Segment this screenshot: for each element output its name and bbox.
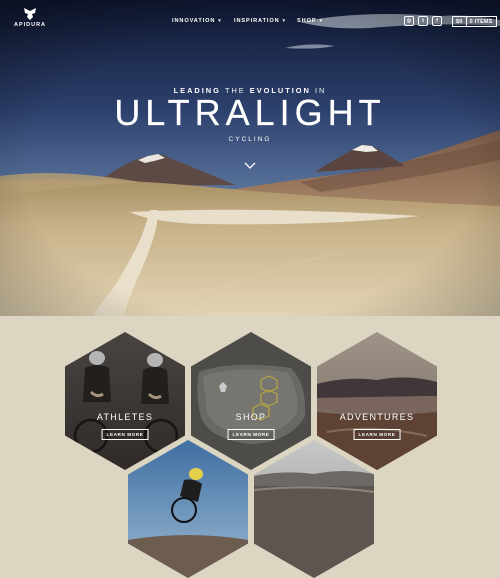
- tile-title: SHOP: [235, 412, 267, 422]
- menu-item-label: INSPIRATION: [234, 18, 280, 24]
- athletes-photo: [65, 332, 185, 470]
- learn-more-button[interactable]: LEARN MORE: [353, 429, 401, 440]
- caret-down-icon: ▾: [218, 18, 222, 24]
- hex-tile-shop[interactable]: SHOP LEARN MORE: [191, 332, 311, 470]
- hero-background-image: [0, 0, 500, 316]
- adventures-photo: [317, 332, 437, 470]
- shop-bag-photo: [191, 332, 311, 470]
- hero-headline: ULTRALIGHT: [114, 92, 386, 133]
- hero-banner: APIDURA INNOVATION ▾ INSPIRATION ▾ SHOP ▾ ◎…: [0, 0, 500, 316]
- tile-title: ADVENTURES: [339, 412, 415, 422]
- cart-items: 0 ITEMS: [469, 18, 493, 25]
- menu-item-inspiration[interactable]: INSPIRATION ▾: [234, 18, 286, 24]
- caret-down-icon: ▾: [282, 18, 286, 24]
- cart-amount: $0: [456, 18, 463, 25]
- scroll-down-chevron-icon[interactable]: [244, 162, 256, 170]
- facebook-icon[interactable]: f: [432, 16, 442, 26]
- landscape-photo: [254, 440, 374, 578]
- hero-subline: CYCLING: [228, 136, 272, 143]
- learn-more-button[interactable]: LEARN MORE: [227, 429, 275, 440]
- hex-tile-athletes[interactable]: ATHLETES LEARN MORE: [65, 332, 185, 470]
- top-navigation: APIDURA INNOVATION ▾ INSPIRATION ▾ SHOP ▾ ◎…: [0, 0, 500, 40]
- menu-item-label: SHOP: [297, 18, 317, 24]
- caret-down-icon: ▾: [319, 18, 323, 24]
- brand-logo[interactable]: APIDURA: [12, 8, 48, 28]
- menu-item-label: INNOVATION: [172, 18, 216, 24]
- hex-tile-adventures[interactable]: ADVENTURES LEARN MORE: [317, 332, 437, 470]
- twitter-icon[interactable]: t: [418, 16, 428, 26]
- menu-item-shop[interactable]: SHOP ▾: [297, 18, 323, 24]
- hex-tile-landscape[interactable]: [254, 440, 374, 578]
- learn-more-button[interactable]: LEARN MORE: [101, 429, 149, 440]
- wing-logo-icon: [24, 8, 36, 20]
- category-hex-grid: ATHLETES LEARN MORE SHOP LEARN MORE ADVE…: [0, 316, 500, 578]
- hex-tile-rider[interactable]: [128, 440, 248, 578]
- cart-button[interactable]: $0 0 ITEMS: [452, 16, 497, 27]
- rider-photo: [128, 440, 248, 578]
- brand-name: APIDURA: [13, 22, 47, 28]
- instagram-icon[interactable]: ◎: [404, 16, 414, 26]
- cart-divider: [465, 16, 467, 27]
- tile-title: ATHLETES: [96, 412, 154, 422]
- menu-item-innovation[interactable]: INNOVATION ▾: [172, 18, 222, 24]
